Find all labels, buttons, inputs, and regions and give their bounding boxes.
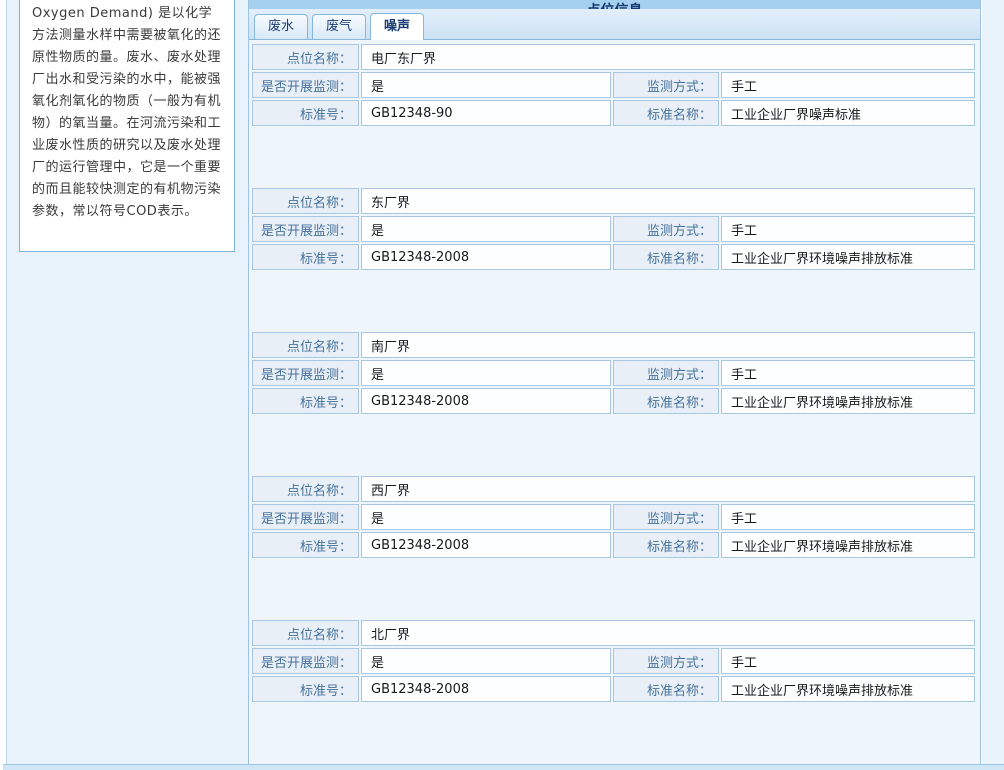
monitoring-enabled-value: 是 (361, 504, 611, 530)
point-info-table: 点位名称： 电厂东厂界 是否开展监测： 是 监测方式： 手工 标准号： GB12… (250, 42, 977, 128)
table-row: 是否开展监测： 是 监测方式： 手工 (252, 216, 975, 242)
monitoring-enabled-label: 是否开展监测： (252, 72, 359, 98)
table-row: 标准号： GB12348-2008 标准名称： 工业企业厂界环境噪声排放标准 (252, 532, 975, 558)
monitoring-method-label: 监测方式： (613, 72, 719, 98)
standard-name-value: 工业企业厂界环境噪声排放标准 (721, 532, 975, 558)
standard-name-label: 标准名称： (613, 532, 719, 558)
standard-name-label: 标准名称： (613, 676, 719, 702)
standard-no-value: GB12348-2008 (361, 676, 611, 702)
standard-no-label: 标准号： (252, 676, 359, 702)
table-row: 是否开展监测： 是 监测方式： 手工 (252, 360, 975, 386)
tab-content-panel: 点位名称： 电厂东厂界 是否开展监测： 是 监测方式： 手工 标准号： GB12… (249, 40, 980, 764)
point-info-table: 点位名称： 南厂界 是否开展监测： 是 监测方式： 手工 标准号： GB1234… (250, 330, 977, 416)
point-name-value: 西厂界 (361, 476, 975, 502)
point-name-label: 点位名称： (252, 44, 359, 70)
monitoring-method-value: 手工 (721, 360, 975, 386)
tab-noise[interactable]: 噪声 (370, 13, 424, 40)
standard-no-value: GB12348-90 (361, 100, 611, 126)
standard-name-value: 工业企业厂界环境噪声排放标准 (721, 676, 975, 702)
standard-name-value: 工业企业厂界噪声标准 (721, 100, 975, 126)
table-row: 点位名称： 北厂界 (252, 620, 975, 646)
point-name-label: 点位名称： (252, 620, 359, 646)
point-name-value: 东厂界 (361, 188, 975, 214)
point-info-table: 点位名称： 北厂界 是否开展监测： 是 监测方式： 手工 标准号： GB1234… (250, 618, 977, 704)
point-name-value: 南厂界 (361, 332, 975, 358)
point-name-value: 电厂东厂界 (361, 44, 975, 70)
standard-no-label: 标准号： (252, 532, 359, 558)
standard-no-label: 标准号： (252, 388, 359, 414)
left-column: Oxygen Demand) 是以化学方法测量水样中需要被氧化的还原性物质的量。… (6, 0, 248, 764)
standard-name-label: 标准名称： (613, 244, 719, 270)
monitoring-method-label: 监测方式： (613, 648, 719, 674)
standard-name-value: 工业企业厂界环境噪声排放标准 (721, 388, 975, 414)
page: Oxygen Demand) 是以化学方法测量水样中需要被氧化的还原性物质的量。… (0, 0, 1004, 770)
main-panel: 点位信息 废水 废气 噪声 点位名称： 电厂东厂界 是否开展监测： 是 监测方式… (248, 0, 981, 764)
tab-wastewater[interactable]: 废水 (254, 14, 308, 39)
monitoring-method-label: 监测方式： (613, 216, 719, 242)
right-gutter (982, 0, 1004, 764)
point-info-table: 点位名称： 西厂界 是否开展监测： 是 监测方式： 手工 标准号： GB1234… (250, 474, 977, 560)
standard-no-label: 标准号： (252, 100, 359, 126)
table-row: 点位名称： 南厂界 (252, 332, 975, 358)
point-name-value: 北厂界 (361, 620, 975, 646)
table-row: 标准号： GB12348-2008 标准名称： 工业企业厂界环境噪声排放标准 (252, 676, 975, 702)
monitoring-enabled-label: 是否开展监测： (252, 360, 359, 386)
monitoring-method-value: 手工 (721, 72, 975, 98)
monitoring-method-value: 手工 (721, 216, 975, 242)
table-row: 点位名称： 电厂东厂界 (252, 44, 975, 70)
point-info-table: 点位名称： 东厂界 是否开展监测： 是 监测方式： 手工 标准号： GB1234… (250, 186, 977, 272)
table-row: 是否开展监测： 是 监测方式： 手工 (252, 72, 975, 98)
monitoring-enabled-value: 是 (361, 648, 611, 674)
monitoring-enabled-label: 是否开展监测： (252, 504, 359, 530)
page-title-bar: 点位信息 (249, 0, 980, 9)
table-row: 点位名称： 西厂界 (252, 476, 975, 502)
standard-no-value: GB12348-2008 (361, 244, 611, 270)
table-row: 标准号： GB12348-2008 标准名称： 工业企业厂界环境噪声排放标准 (252, 244, 975, 270)
standard-no-label: 标准号： (252, 244, 359, 270)
table-row: 点位名称： 东厂界 (252, 188, 975, 214)
point-name-label: 点位名称： (252, 188, 359, 214)
monitoring-enabled-value: 是 (361, 72, 611, 98)
table-row: 标准号： GB12348-2008 标准名称： 工业企业厂界环境噪声排放标准 (252, 388, 975, 414)
standard-no-value: GB12348-2008 (361, 388, 611, 414)
standard-name-label: 标准名称： (613, 100, 719, 126)
monitoring-method-value: 手工 (721, 648, 975, 674)
monitoring-enabled-value: 是 (361, 360, 611, 386)
monitoring-enabled-label: 是否开展监测： (252, 216, 359, 242)
table-row: 是否开展监测： 是 监测方式： 手工 (252, 504, 975, 530)
page-title: 点位信息 (587, 0, 643, 9)
point-name-label: 点位名称： (252, 332, 359, 358)
standard-name-value: 工业企业厂界环境噪声排放标准 (721, 244, 975, 270)
point-name-label: 点位名称： (252, 476, 359, 502)
standard-no-value: GB12348-2008 (361, 532, 611, 558)
cod-description-box: Oxygen Demand) 是以化学方法测量水样中需要被氧化的还原性物质的量。… (19, 0, 235, 252)
monitoring-method-label: 监测方式： (613, 504, 719, 530)
bottom-strip (3, 764, 1004, 770)
monitoring-method-value: 手工 (721, 504, 975, 530)
monitoring-method-label: 监测方式： (613, 360, 719, 386)
cod-description-text: Oxygen Demand) 是以化学方法测量水样中需要被氧化的还原性物质的量。… (32, 3, 224, 223)
monitoring-enabled-label: 是否开展监测： (252, 648, 359, 674)
monitoring-enabled-value: 是 (361, 216, 611, 242)
tab-waste-gas[interactable]: 废气 (312, 14, 366, 39)
tab-strip: 废水 废气 噪声 (249, 9, 980, 40)
points-list: 点位名称： 电厂东厂界 是否开展监测： 是 监测方式： 手工 标准号： GB12… (250, 42, 980, 704)
table-row: 是否开展监测： 是 监测方式： 手工 (252, 648, 975, 674)
table-row: 标准号： GB12348-90 标准名称： 工业企业厂界噪声标准 (252, 100, 975, 126)
standard-name-label: 标准名称： (613, 388, 719, 414)
